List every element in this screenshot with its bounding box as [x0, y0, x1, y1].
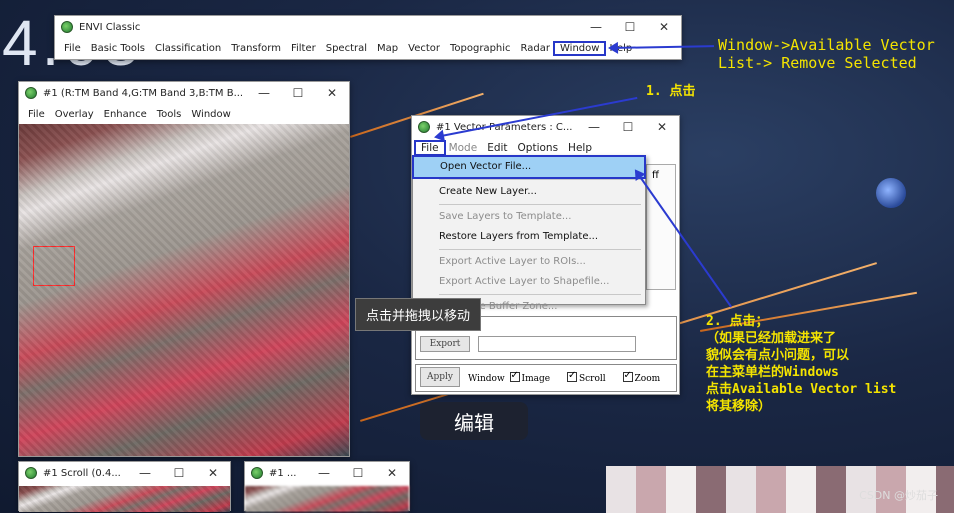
export-button[interactable]: Export — [420, 336, 470, 352]
envi-menubar: File Basic Tools Classification Transfor… — [55, 38, 681, 58]
menu-separator — [439, 294, 641, 295]
export-field[interactable] — [478, 336, 636, 352]
drag-tooltip: 点击并拖拽以移动 — [355, 298, 482, 331]
annotation-line: 将其移除） — [706, 399, 772, 414]
annotation-line: 貌似会有点小问题，可以 — [706, 348, 850, 363]
menu-filter[interactable]: Filter — [286, 43, 321, 54]
menu-tools[interactable]: Tools — [152, 109, 187, 120]
menu-file[interactable]: File — [23, 109, 50, 120]
menu-item-export-to-shapefile[interactable]: Export Active Layer to Shapefile... — [413, 272, 645, 292]
menu-mode[interactable]: Mode — [444, 142, 483, 154]
annotation-step-1: 1. 点击 — [646, 84, 696, 99]
menu-radar[interactable]: Radar — [516, 43, 555, 54]
menu-window[interactable]: Window — [186, 109, 235, 120]
apply-button[interactable]: Apply — [420, 367, 460, 387]
scroll-image[interactable] — [19, 486, 230, 512]
annotation-line: 2. 点击； — [706, 314, 769, 329]
menu-classification[interactable]: Classification — [150, 43, 226, 54]
maximize-icon[interactable]: ☐ — [611, 116, 645, 138]
maximize-icon[interactable]: ☐ — [281, 82, 315, 104]
edit-button[interactable]: 编辑 — [420, 402, 528, 440]
annotation-line: （如果已经加载进来了 — [706, 331, 837, 346]
annotation-line: 点击Available Vector list — [706, 382, 897, 397]
annotation-line-1: Window->Available Vector — [718, 36, 935, 54]
menu-separator — [439, 179, 641, 180]
window-label: Window — [468, 374, 505, 384]
file-dropdown-menu: Open Vector File... Create New Layer... … — [412, 155, 646, 312]
scroll-titlebar[interactable]: #1 Scroll (0.4... — ☐ ✕ — [19, 462, 230, 484]
envi-app-icon — [61, 21, 73, 33]
image-menubar: File Overlay Enhance Tools Window — [19, 104, 349, 124]
menu-edit[interactable]: Edit — [482, 142, 512, 154]
peek-text: ff — [652, 170, 659, 181]
menu-map[interactable]: Map — [372, 43, 403, 54]
annotation-line-2: List-> Remove Selected — [718, 54, 917, 72]
menu-window[interactable]: Window — [552, 40, 607, 56]
envi-app-icon — [251, 467, 263, 479]
menu-overlay[interactable]: Overlay — [50, 109, 99, 120]
zoom-box[interactable] — [33, 246, 75, 286]
close-icon[interactable]: ✕ — [375, 462, 409, 484]
close-icon[interactable]: ✕ — [645, 116, 679, 138]
menu-separator — [439, 204, 641, 205]
annotation-step-2: 2. 点击； （如果已经加载进来了 貌似会有点小问题，可以 在主菜单栏的Wind… — [706, 313, 896, 415]
planet-decoration — [876, 178, 906, 208]
envi-app-icon — [25, 467, 37, 479]
image-display-window: #1 (R:TM Band 4,G:TM Band 3,B:TM B... — … — [18, 81, 350, 457]
envi-app-icon — [418, 121, 430, 133]
zoom-window: #1 ... — ☐ ✕ — [244, 461, 410, 512]
window-title: ENVI Classic — [79, 21, 141, 33]
menu-item-open-vector-file[interactable]: Open Vector File... — [412, 155, 646, 179]
maximize-icon[interactable]: ☐ — [613, 16, 647, 38]
annotation-line: 在主菜单栏的Windows — [706, 365, 839, 380]
maximize-icon[interactable]: ☐ — [341, 462, 375, 484]
minimize-icon[interactable]: — — [128, 462, 162, 484]
envi-main-window: ENVI Classic — ☐ ✕ File Basic Tools Clas… — [54, 15, 682, 60]
layer-panel — [646, 164, 676, 290]
minimize-icon[interactable]: — — [247, 82, 281, 104]
menu-help[interactable]: Help — [563, 142, 597, 154]
minimize-icon[interactable]: — — [577, 116, 611, 138]
maximize-icon[interactable]: ☐ — [162, 462, 196, 484]
image-checkbox[interactable]: Image — [509, 370, 550, 384]
menu-item-restore-layers-from-template[interactable]: Restore Layers from Template... — [413, 227, 645, 247]
window-checks: Window Image Scroll Zoom — [468, 370, 660, 384]
minimize-icon[interactable]: — — [579, 16, 613, 38]
menu-separator — [439, 249, 641, 250]
menu-topographic[interactable]: Topographic — [445, 43, 516, 54]
menu-options[interactable]: Options — [513, 142, 564, 154]
scroll-window: #1 Scroll (0.4... — ☐ ✕ — [18, 461, 231, 512]
menu-enhance[interactable]: Enhance — [99, 109, 152, 120]
menu-file[interactable]: File — [59, 43, 86, 54]
menu-spectral[interactable]: Spectral — [321, 43, 372, 54]
image-titlebar[interactable]: #1 (R:TM Band 4,G:TM Band 3,B:TM B... — … — [19, 82, 349, 104]
zoom-checkbox[interactable]: Zoom — [622, 370, 660, 384]
menu-file[interactable]: File — [414, 140, 446, 156]
zoom-image[interactable] — [245, 486, 409, 512]
menu-transform[interactable]: Transform — [226, 43, 286, 54]
watermark: CSDN @炒茄子 — [859, 489, 938, 502]
close-icon[interactable]: ✕ — [315, 82, 349, 104]
menu-item-save-layers-to-template[interactable]: Save Layers to Template... — [413, 207, 645, 227]
scroll-checkbox[interactable]: Scroll — [566, 370, 606, 384]
satellite-image[interactable] — [19, 124, 349, 456]
menu-item-export-to-rois[interactable]: Export Active Layer to ROIs... — [413, 252, 645, 272]
annotation-window-instructions: Window->Available Vector List-> Remove S… — [718, 36, 935, 72]
zoom-titlebar[interactable]: #1 ... — ☐ ✕ — [245, 462, 409, 484]
menu-basic-tools[interactable]: Basic Tools — [86, 43, 150, 54]
menu-item-create-new-layer[interactable]: Create New Layer... — [413, 182, 645, 202]
close-icon[interactable]: ✕ — [196, 462, 230, 484]
close-icon[interactable]: ✕ — [647, 16, 681, 38]
minimize-icon[interactable]: — — [307, 462, 341, 484]
window-title: #1 (R:TM Band 4,G:TM Band 3,B:TM B... — [43, 87, 244, 99]
envi-titlebar[interactable]: ENVI Classic — ☐ ✕ — [55, 16, 681, 38]
envi-app-icon — [25, 87, 37, 99]
window-title: #1 ... — [269, 467, 297, 479]
window-title: #1 Scroll (0.4... — [43, 467, 121, 479]
menu-vector[interactable]: Vector — [403, 43, 445, 54]
